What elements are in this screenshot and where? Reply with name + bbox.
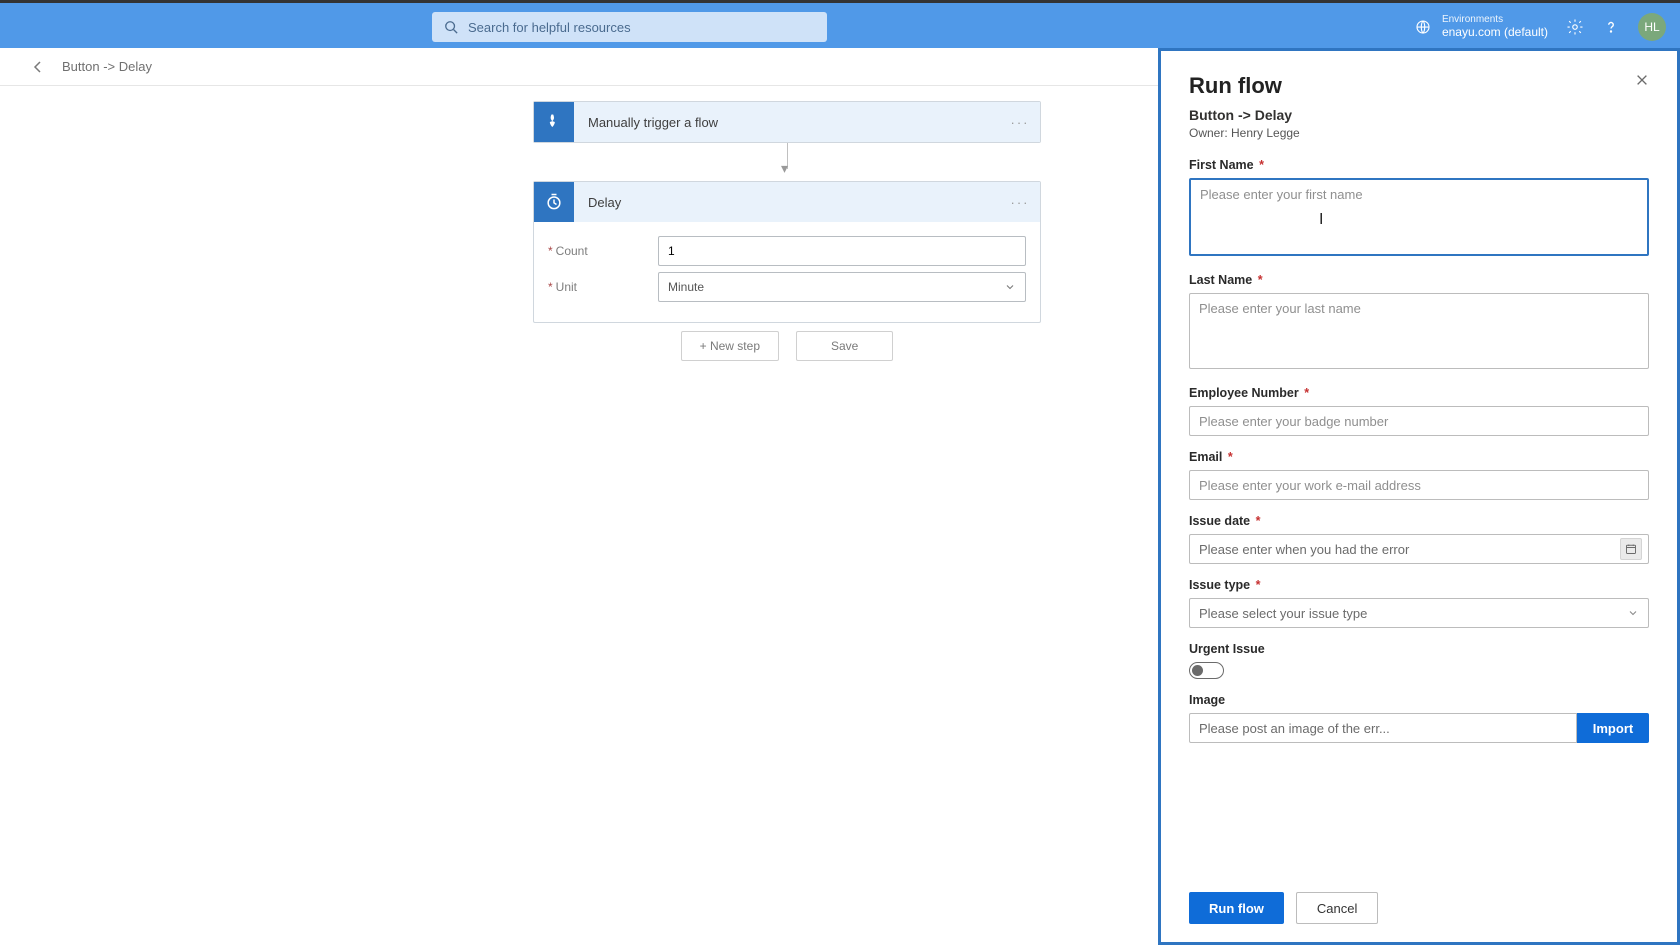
issue-date-label: Issue date * xyxy=(1189,514,1649,528)
flow-canvas: Manually trigger a flow ··· ▾ Delay ··· … xyxy=(0,86,1158,945)
panel-flow-name: Button -> Delay xyxy=(1189,107,1649,123)
environment-name: enayu.com (default) xyxy=(1442,26,1548,40)
connector-arrow-icon: ▾ xyxy=(781,160,788,177)
global-search[interactable] xyxy=(432,12,827,42)
delay-icon xyxy=(534,182,574,222)
avatar[interactable]: HL xyxy=(1638,13,1666,41)
close-icon xyxy=(1635,73,1649,87)
panel-title: Run flow xyxy=(1189,73,1282,99)
trigger-title: Manually trigger a flow xyxy=(574,115,1000,130)
new-step-button[interactable]: + New step xyxy=(681,331,779,361)
issue-date-input[interactable]: Please enter when you had the error xyxy=(1189,534,1649,564)
save-button[interactable]: Save xyxy=(796,331,893,361)
chevron-down-icon xyxy=(1627,607,1639,619)
image-label: Image xyxy=(1189,693,1649,707)
employee-number-label: Employee Number * xyxy=(1189,386,1649,400)
unit-select[interactable]: Minute xyxy=(658,272,1026,302)
employee-number-input[interactable] xyxy=(1189,406,1649,436)
gear-icon xyxy=(1566,18,1584,36)
image-input[interactable]: Please post an image of the err... xyxy=(1189,713,1577,743)
trigger-icon xyxy=(534,102,574,142)
delay-more-button[interactable]: ··· xyxy=(1000,195,1040,210)
first-name-label: First Name * xyxy=(1189,158,1649,172)
run-flow-button[interactable]: Run flow xyxy=(1189,892,1284,924)
search-icon xyxy=(444,20,458,34)
environment-label: Environments xyxy=(1442,14,1548,26)
last-name-input[interactable] xyxy=(1189,293,1649,369)
count-input[interactable] xyxy=(658,236,1026,266)
run-flow-panel: Run flow Button -> Delay Owner: Henry Le… xyxy=(1158,48,1680,945)
calendar-icon xyxy=(1620,538,1642,560)
import-button[interactable]: Import xyxy=(1577,713,1649,743)
email-label: Email * xyxy=(1189,450,1649,464)
delay-title: Delay xyxy=(574,195,1000,210)
environment-picker[interactable]: Environments enayu.com (default) xyxy=(1414,14,1548,39)
chevron-down-icon xyxy=(1004,281,1016,293)
urgent-issue-label: Urgent Issue xyxy=(1189,642,1649,656)
help-icon xyxy=(1602,18,1620,36)
last-name-label: Last Name * xyxy=(1189,273,1649,287)
canvas-actions: + New step Save xyxy=(533,331,1041,361)
panel-owner: Owner: Henry Legge xyxy=(1189,126,1649,140)
close-panel-button[interactable] xyxy=(1635,73,1649,91)
trigger-card[interactable]: Manually trigger a flow ··· xyxy=(533,101,1041,143)
first-name-input[interactable] xyxy=(1189,178,1649,256)
text-cursor-icon: I xyxy=(1319,211,1323,229)
help-button[interactable] xyxy=(1602,18,1620,36)
trigger-more-button[interactable]: ··· xyxy=(1000,115,1040,130)
email-input[interactable] xyxy=(1189,470,1649,500)
unit-label: *Unit xyxy=(548,280,658,294)
urgent-issue-toggle[interactable] xyxy=(1189,662,1224,679)
breadcrumb-title: Button -> Delay xyxy=(62,59,152,74)
back-icon[interactable] xyxy=(30,59,46,75)
settings-button[interactable] xyxy=(1566,18,1584,36)
search-input[interactable] xyxy=(468,20,815,35)
issue-type-label: Issue type * xyxy=(1189,578,1649,592)
cancel-button[interactable]: Cancel xyxy=(1296,892,1378,924)
top-bar: Environments enayu.com (default) HL xyxy=(0,0,1680,48)
issue-type-select[interactable]: Please select your issue type xyxy=(1189,598,1649,628)
delay-card[interactable]: Delay ··· *Count *Unit Minute xyxy=(533,181,1041,323)
environment-icon xyxy=(1414,18,1432,36)
count-label: *Count xyxy=(548,244,658,258)
